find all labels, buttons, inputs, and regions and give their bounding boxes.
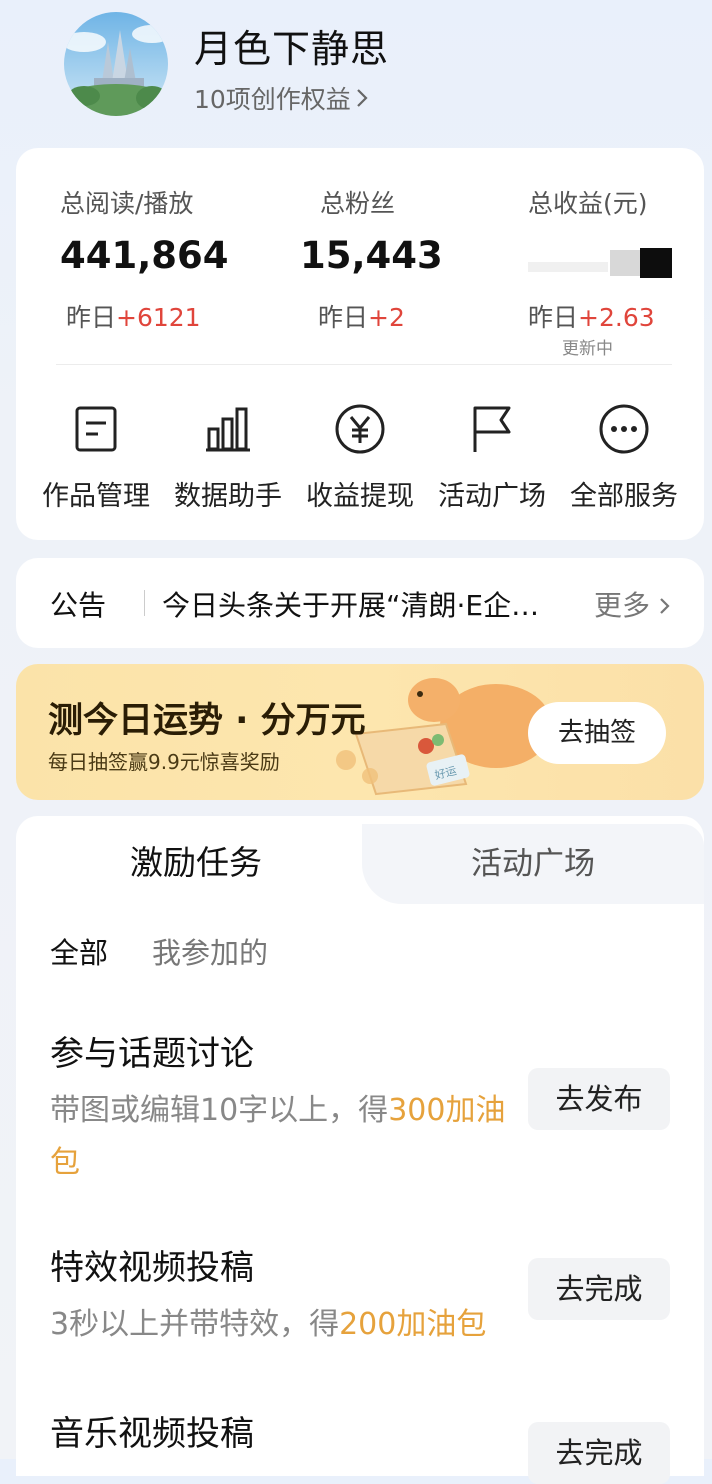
notice-separator <box>144 590 145 616</box>
banner-subtitle: 每日抽签赢9.9元惊喜奖励 <box>48 750 280 774</box>
notice-more-label: 更多 <box>594 589 651 622</box>
service-all[interactable]: 全部服务 <box>558 402 690 513</box>
stat-label: 总阅读/播放 <box>60 189 194 218</box>
fortune-banner[interactable]: 好运 测今日运势 · 分万元 每日抽签赢9.9元惊喜奖励 去抽签 <box>16 664 704 800</box>
yuan-icon <box>335 404 385 454</box>
service-label: 数据助手 <box>174 481 282 512</box>
stat-yesterday: 昨日+2 <box>318 303 405 332</box>
tasks-panel: 激励任务 活动广场 全部 我参加的 参与话题讨论 带图或编辑10字以上，得300… <box>16 816 704 1484</box>
stat-yesterday: 昨日+6121 <box>66 303 201 332</box>
more-dots-icon <box>599 404 649 454</box>
stats-card: 总阅读/播放 441,864 昨日+6121 总粉丝 15,443 昨日+2 总… <box>16 148 704 540</box>
complete-button[interactable]: 去完成 <box>528 1258 670 1320</box>
notice-bar[interactable]: 公告 今日头条关于开展“清朗·E企… 更多 <box>16 558 704 648</box>
notice-tag: 公告 <box>50 589 107 622</box>
stat-label: 总收益(元) <box>528 189 648 218</box>
chevron-right-icon <box>357 89 368 107</box>
service-data-assistant[interactable]: 数据助手 <box>162 402 294 513</box>
chevron-right-icon <box>660 598 670 614</box>
filter-joined[interactable]: 我参加的 <box>152 930 268 972</box>
service-withdraw[interactable]: 收益提现 <box>294 402 426 513</box>
publish-button[interactable]: 去发布 <box>528 1068 670 1130</box>
complete-button[interactable]: 去完成 <box>528 1422 670 1484</box>
task-desc: 带图或编辑10字以上，得300加油包 <box>50 1093 506 1180</box>
divider <box>56 364 672 365</box>
creator-rights-link[interactable]: 10项创作权益 <box>194 80 369 116</box>
tab-incentive-tasks[interactable]: 激励任务 <box>16 816 376 904</box>
service-label: 全部服务 <box>570 481 678 512</box>
task-tabs: 激励任务 活动广场 <box>16 816 704 904</box>
stat-value: 15,443 <box>300 234 443 277</box>
stat-yesterday: 昨日+2.63 <box>528 303 655 332</box>
task-desc: 3秒以上并带特效，得200加油包 <box>50 1307 487 1342</box>
service-works-management[interactable]: 作品管理 <box>30 402 162 513</box>
stat-value-masked <box>528 244 678 278</box>
username: 月色下静思 <box>194 27 390 71</box>
bar-chart-icon <box>206 407 250 452</box>
tab-activity-square[interactable]: 活动广场 <box>362 824 704 904</box>
service-label: 作品管理 <box>42 481 150 512</box>
earnings-status: 更新中 <box>562 339 613 359</box>
banner-title: 测今日运势 · 分万元 <box>48 701 366 741</box>
service-label: 活动广场 <box>438 481 546 512</box>
service-activity-square[interactable]: 活动广场 <box>426 402 558 513</box>
flag-icon <box>473 406 511 452</box>
notice-text[interactable]: 今日头条关于开展“清朗·E企… <box>162 584 582 624</box>
notice-more-link[interactable]: 更多 <box>594 584 671 624</box>
service-label: 收益提现 <box>306 481 414 512</box>
stat-label: 总粉丝 <box>320 189 396 218</box>
draw-lot-button[interactable]: 去抽签 <box>528 702 666 764</box>
creator-rights-label: 10项创作权益 <box>194 85 351 114</box>
document-icon <box>75 406 117 452</box>
avatar[interactable] <box>64 12 168 116</box>
filter-all[interactable]: 全部 <box>50 930 108 972</box>
stat-value: 441,864 <box>60 234 229 277</box>
